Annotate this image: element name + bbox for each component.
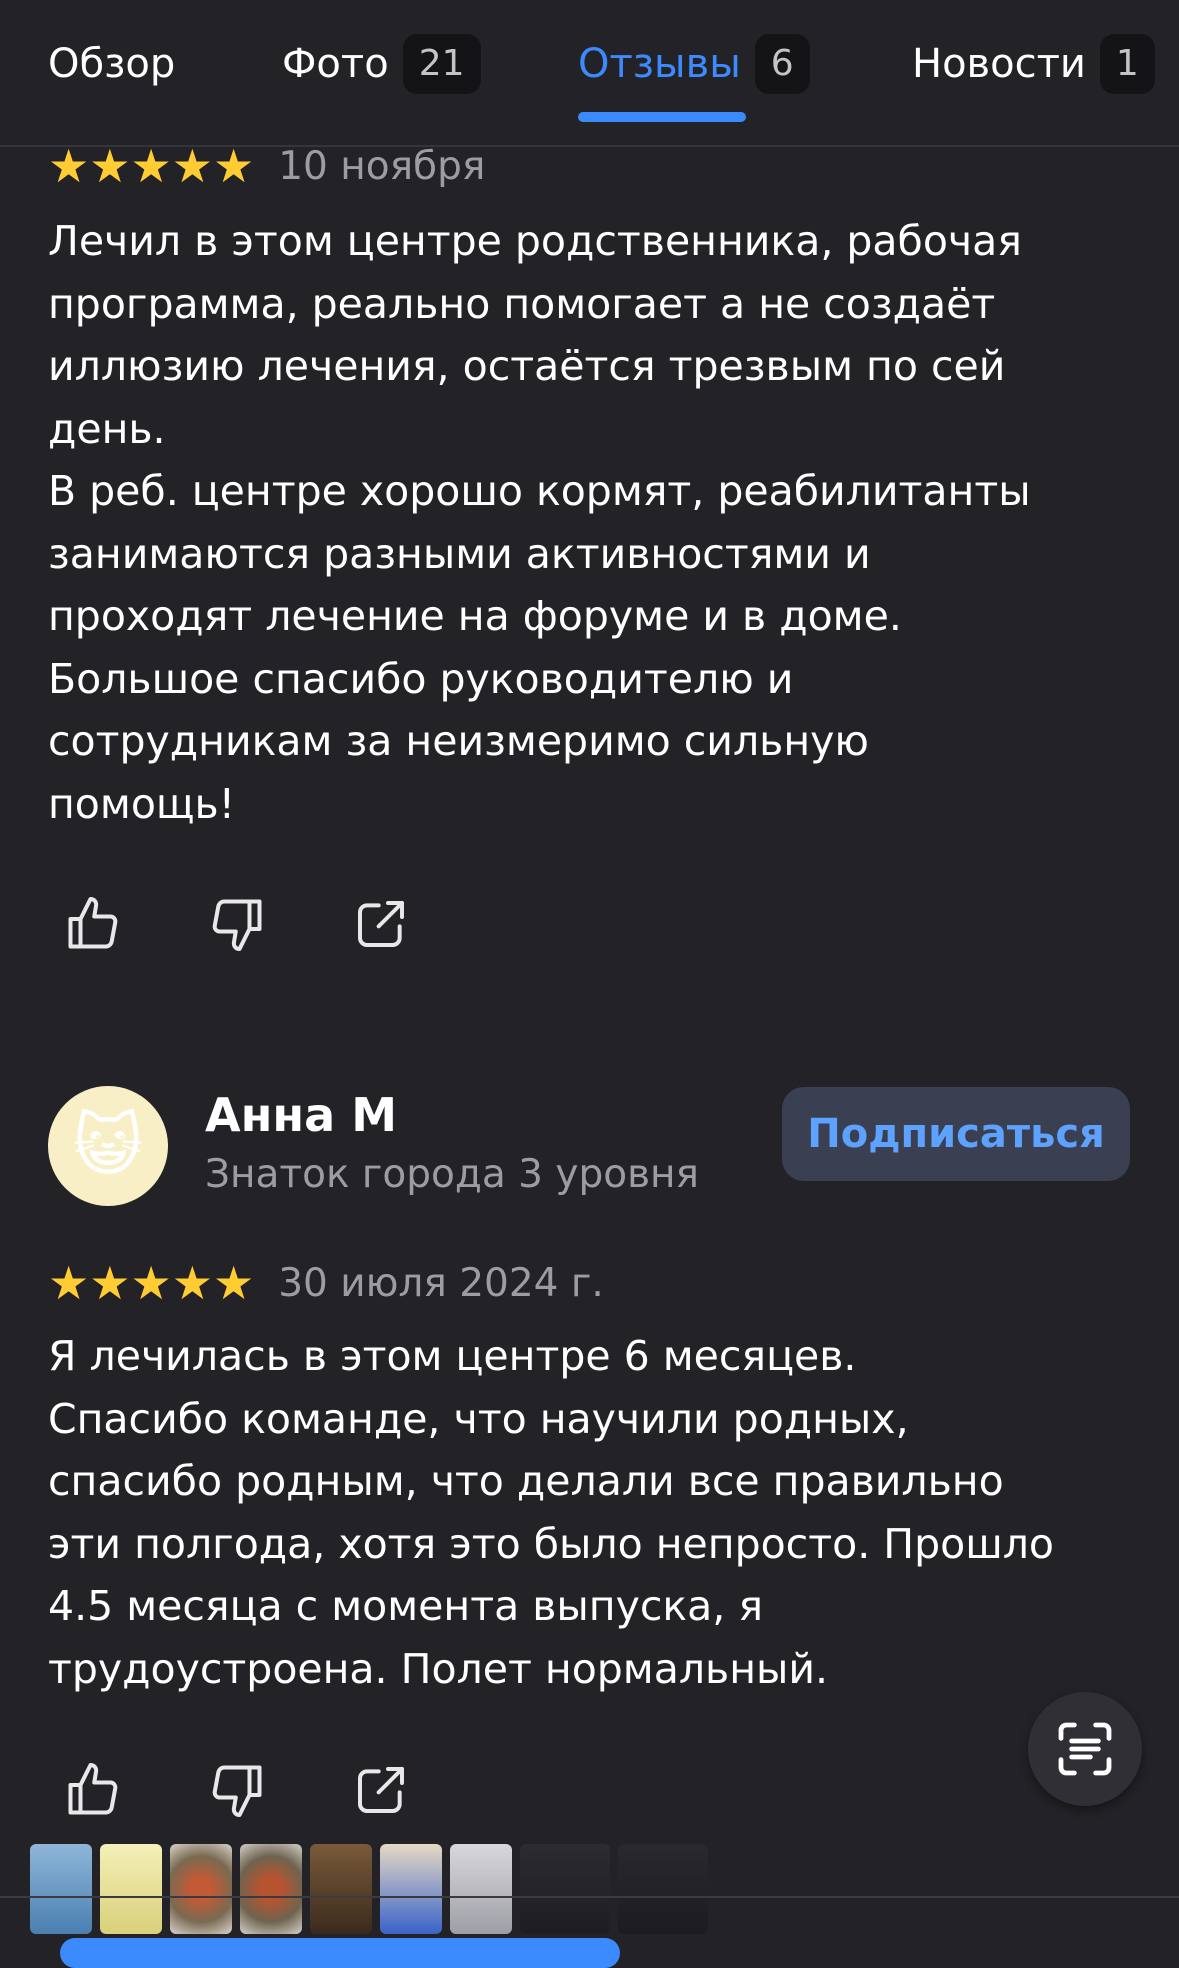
review-2-actions [52,1758,422,1822]
tab-overview[interactable]: Обзор [48,28,175,100]
text-scan-icon [1058,1722,1112,1776]
photo-thumbnail[interactable] [170,1844,232,1934]
photo-thumbnail[interactable] [310,1844,372,1934]
review-1-meta: ★★★★★ 10 ноября [48,142,485,190]
share-icon [358,1767,404,1813]
tab-reviews[interactable]: Отзывы 6 [578,28,810,100]
author-name[interactable]: Анна М [205,1088,397,1142]
text-scan-button[interactable] [1028,1692,1142,1806]
thumb-down-icon [212,1765,262,1817]
tab-news-label: Новости [912,41,1086,87]
photo-thumbnail[interactable] [618,1844,708,1934]
dislike-button[interactable] [196,892,278,956]
review-date: 10 ноября [278,143,486,189]
photo-thumbnail[interactable] [240,1844,302,1934]
divider [0,1896,1179,1898]
review-2-meta: ★★★★★ 30 июля 2024 г. [48,1259,604,1307]
photo-thumbnail-strip [30,1844,708,1936]
photos-count-badge: 21 [402,34,481,94]
tab-overview-label: Обзор [48,41,176,87]
thumb-up-icon [68,897,118,949]
reviews-count-badge: 6 [754,34,810,94]
photo-thumbnail[interactable] [450,1844,512,1934]
tab-reviews-label: Отзывы [578,41,741,87]
dislike-button[interactable] [196,1758,278,1822]
like-button[interactable] [52,892,134,956]
photo-thumbnail[interactable] [30,1844,92,1934]
share-icon [358,901,404,947]
review-2-text: Я лечилась в этом центре 6 месяцев. Спас… [48,1332,1055,1693]
tab-news[interactable]: Новости 1 [912,28,1155,100]
review-1-actions [52,892,422,956]
avatar[interactable]: 😺 [48,1086,168,1206]
review-1-text: Лечил в этом центре родственника, рабоча… [48,217,1031,828]
share-button[interactable] [340,892,422,956]
photo-thumbnail[interactable] [100,1844,162,1934]
subscribe-button[interactable]: Подписаться [782,1087,1130,1181]
rating-stars: ★★★★★ [48,1259,254,1307]
tab-bar: Обзор Фото 21 Отзывы 6 Новости 1 [0,0,1179,147]
active-tab-indicator [578,112,746,122]
tab-photos-label: Фото [282,41,389,87]
author-level: Знаток города 3 уровня [205,1152,700,1197]
photo-thumbnail[interactable] [380,1844,442,1934]
share-button[interactable] [340,1758,422,1822]
like-button[interactable] [52,1758,134,1822]
photo-thumbnail[interactable] [520,1844,610,1934]
cat-avatar-icon: 😺 [72,1106,144,1186]
star-icon: ★★★★★ [48,139,255,193]
rating-stars: ★★★★★ [48,142,254,190]
thumb-up-icon [68,1763,118,1815]
review-date: 30 июля 2024 г. [278,1260,604,1306]
news-count-badge: 1 [1099,34,1155,94]
tab-photos[interactable]: Фото 21 [282,28,481,100]
star-icon: ★★★★★ [48,1256,255,1310]
thumb-down-icon [212,899,262,951]
bottom-sheet-handle[interactable] [60,1938,620,1968]
